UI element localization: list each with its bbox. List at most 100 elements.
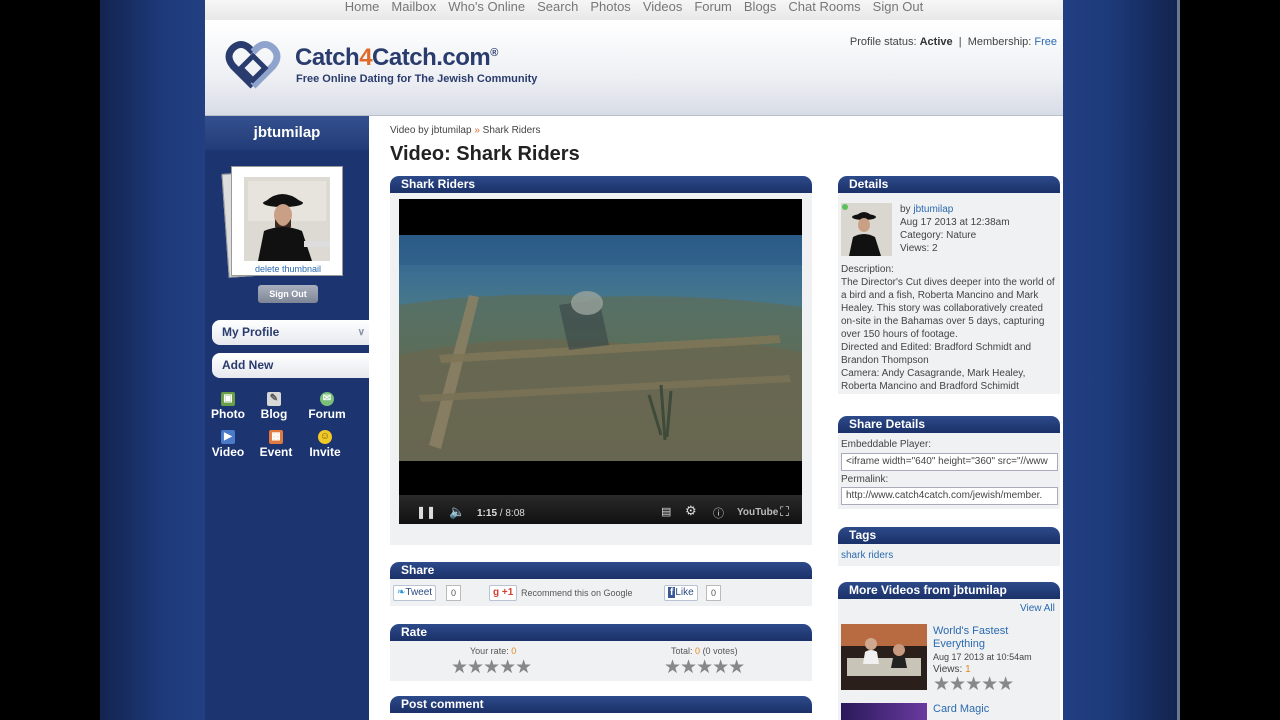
my-profile-label: My Profile: [222, 325, 280, 339]
share-header: Share: [390, 562, 812, 579]
recommend-google-text: Recommend this on Google: [521, 588, 633, 598]
details-header: Details: [838, 176, 1060, 193]
nav-photos[interactable]: Photos: [584, 0, 636, 14]
video-icon: ▶: [221, 430, 235, 444]
nav-search[interactable]: Search: [531, 0, 584, 14]
post-comment-header: Post comment: [390, 696, 812, 713]
more-video-title-link[interactable]: World's Fastest Everything: [933, 625, 1008, 650]
info-icon[interactable]: ⓘ: [713, 505, 724, 521]
top-navigation: Home Mailbox Who's Online Search Photos Video…: [205, 0, 1063, 20]
page-title: Video: Shark Riders: [390, 143, 580, 165]
tag-link[interactable]: shark riders: [841, 549, 893, 562]
logo-hearts-icon[interactable]: [223, 38, 283, 92]
pause-icon[interactable]: ❚❚: [416, 505, 436, 519]
google-plus-one-button[interactable]: g +1: [489, 585, 518, 601]
profile-status: Profile status: Active | Membership: Fre…: [849, 36, 1057, 48]
quick-add-forum[interactable]: ✉ Forum: [307, 392, 347, 421]
volume-icon[interactable]: 🔈: [449, 504, 465, 520]
description-camera: Camera: Andy Casagrande, Mark Healey, Ro…: [841, 368, 1026, 392]
captions-icon[interactable]: ▤: [661, 505, 671, 518]
more-video-title: World's Fastest Everything: [933, 625, 1057, 651]
right-background: [1063, 0, 1177, 720]
sidebar-username[interactable]: jbtumilap: [205, 116, 369, 150]
nav-blogs[interactable]: Blogs: [738, 0, 783, 14]
nav-home[interactable]: Home: [339, 0, 386, 14]
gear-icon[interactable]: ⚙: [685, 503, 697, 519]
add-new-label: Add New: [222, 358, 274, 372]
blog-icon: ✎: [267, 392, 281, 406]
details-category: Category: Nature: [900, 230, 977, 241]
membership-link[interactable]: Free: [1034, 36, 1057, 48]
forum-icon: ✉: [320, 392, 334, 406]
breadcrumb-owner[interactable]: Video by jbtumilap: [390, 125, 472, 136]
details-meta: by jbtumilap Aug 17 2013 at 12:38am Cate…: [900, 203, 1058, 255]
quick-add-event[interactable]: ▦ Event: [256, 430, 296, 459]
more-videos-header: More Videos from jbtumilap: [838, 582, 1060, 599]
delete-thumbnail-link[interactable]: delete thumbnail: [232, 264, 344, 274]
nav-forum[interactable]: Forum: [688, 0, 738, 14]
my-profile-menu[interactable]: My Profile ∨: [212, 320, 369, 345]
permalink-field[interactable]: http://www.catch4catch.com/jewish/member…: [841, 487, 1058, 505]
tweet-count: 0: [446, 585, 462, 601]
details-description: Description: The Director's Cut dives de…: [841, 263, 1059, 393]
nav-whos-online[interactable]: Who's Online: [442, 0, 531, 14]
video-player[interactable]: ❚❚ 🔈 1:15 / 8:08 ▤ ⚙ ⓘ YouTube ⛶: [399, 199, 802, 524]
description-text: The Director's Cut dives deeper into the…: [841, 277, 1055, 340]
embed-label: Embeddable Player:: [841, 439, 932, 450]
video-thumbnail-2[interactable]: [841, 703, 927, 720]
profile-photo: delete thumbnail: [221, 164, 345, 278]
video-time: 1:15 / 8:08: [477, 508, 525, 519]
total-rate-label: Total: 0 (0 votes): [671, 646, 738, 656]
fullscreen-icon[interactable]: ⛶: [780, 504, 789, 520]
more-video-title-2: Card Magic: [933, 703, 989, 716]
rate-header: Rate: [390, 624, 812, 641]
quick-invite[interactable]: ☺ Invite: [305, 430, 345, 459]
your-rate-label: Your rate: 0: [470, 646, 517, 656]
tweet-button[interactable]: ❧Tweet: [393, 585, 437, 601]
embed-code-field[interactable]: <iframe width="640" height="360" src="//…: [841, 453, 1058, 471]
share-details-header: Share Details: [838, 416, 1060, 433]
add-new-menu[interactable]: Add New: [212, 353, 369, 378]
video-frame[interactable]: [399, 235, 802, 461]
total-rate-stars: ★★★★★: [664, 657, 745, 678]
quick-add-photo[interactable]: ▣ Photo: [208, 392, 248, 421]
nav-sign-out[interactable]: Sign Out: [867, 0, 930, 14]
chevron-down-icon: ∨: [357, 327, 365, 338]
more-video-title-link-2[interactable]: Card Magic: [933, 703, 989, 715]
calendar-icon: ▦: [269, 430, 283, 444]
photo-icon: ▣: [221, 392, 235, 406]
page: Home Mailbox Who's Online Search Photos Video…: [205, 0, 1063, 720]
youtube-logo[interactable]: YouTube: [737, 507, 778, 518]
breadcrumb-current: Shark Riders: [482, 125, 541, 136]
breadcrumb: Video by jbtumilap » Shark Riders: [390, 125, 541, 136]
nav-chat-rooms[interactable]: Chat Rooms: [782, 0, 866, 14]
permalink-label: Permalink:: [841, 474, 889, 485]
left-background: [100, 0, 205, 720]
profile-sidebar: jbtumilap delete thumbnail Sign Out My P…: [205, 116, 369, 720]
nav-videos[interactable]: Videos: [637, 0, 689, 14]
video-box-header: Shark Riders: [390, 176, 812, 193]
view-all-link[interactable]: View All: [1020, 602, 1055, 615]
avatar[interactable]: [244, 177, 330, 261]
video-thumbnail[interactable]: [841, 624, 927, 690]
your-rate-stars[interactable]: ★★★★★: [451, 656, 532, 679]
sidebar-sign-out-button[interactable]: Sign Out: [258, 285, 318, 303]
more-video-stars: ★★★★★: [933, 674, 1014, 695]
smiley-icon: ☺: [318, 430, 332, 444]
like-count: 0: [706, 585, 722, 601]
quick-add-blog[interactable]: ✎ Blog: [254, 392, 294, 421]
details-author-link[interactable]: jbtumilap: [913, 204, 953, 215]
site-header: Catch4Catch.com® Free Online Dating for …: [205, 20, 1063, 116]
tags-header: Tags: [838, 527, 1060, 544]
window-edge: [1177, 0, 1180, 720]
details-date: Aug 17 2013 at 12:38am: [900, 217, 1010, 228]
description-directed: Directed and Edited: Bradford Schmidt an…: [841, 342, 1032, 366]
site-logo-text[interactable]: Catch4Catch.com®: [295, 44, 498, 72]
facebook-like-button[interactable]: f Like: [664, 585, 698, 601]
site-tagline: Free Online Dating for The Jewish Commun…: [296, 73, 538, 85]
nav-mailbox[interactable]: Mailbox: [385, 0, 442, 14]
details-avatar[interactable]: [841, 203, 892, 256]
description-label: Description:: [841, 264, 894, 275]
details-views: Views: 2: [900, 243, 938, 254]
quick-add-video[interactable]: ▶ Video: [208, 430, 248, 459]
